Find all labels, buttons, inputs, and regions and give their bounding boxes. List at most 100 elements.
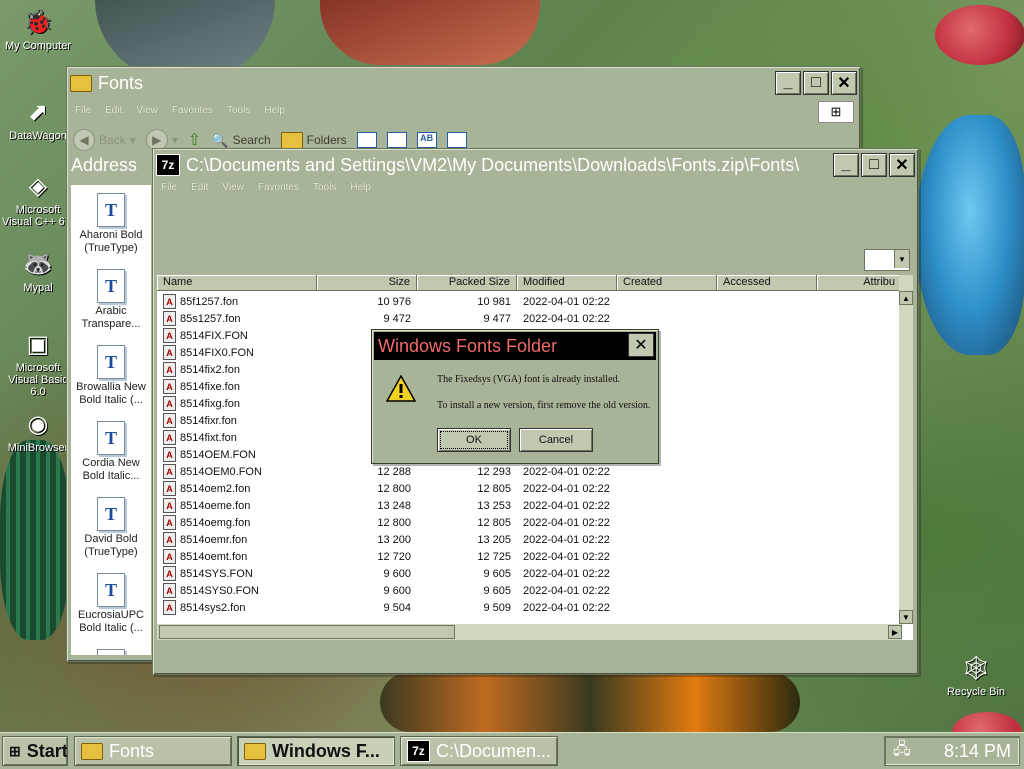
minimize-button[interactable]: _ (833, 153, 859, 177)
menu-file[interactable]: File (75, 105, 91, 116)
column-header-attributes[interactable]: Attribu (817, 275, 902, 291)
taskbar-item-windows-fonts[interactable]: Windows F... (237, 736, 395, 766)
font-item-label: Aharoni Bold (TrueType) (79, 229, 143, 254)
file-name: 8514fixr.fon (180, 414, 237, 427)
cell-packed-size: 9 605 (483, 567, 511, 580)
dialog-titlebar[interactable]: Windows Fonts Folder (374, 332, 656, 360)
table-row[interactable]: A 8514sys2.fon 9 504 9 509 2022-04-01 02:22 (157, 599, 902, 616)
table-row[interactable]: A 8514oemr.fon 13 200 13 205 2022-04-01 02:2… (157, 531, 902, 548)
desktop-icon-visual-basic[interactable]: ▣ Microsoft Visual Basic 6.0 (0, 328, 76, 399)
desktop-icon-recycle-bin[interactable]: 🕸 Recycle Bin (938, 652, 1014, 699)
truetype-font-icon: T (97, 269, 125, 303)
truetype-font-icon: T (97, 497, 125, 531)
menu-edit[interactable]: Edit (105, 105, 122, 116)
close-button[interactable]: ✕ (831, 71, 857, 95)
menu-view[interactable]: View (136, 105, 158, 116)
menu-file[interactable]: File (161, 182, 177, 193)
fonts-titlebar[interactable]: Fonts _ □ ✕ (70, 70, 857, 96)
recycle-bin-icon: 🕸 (960, 654, 992, 682)
menu-help[interactable]: Help (350, 182, 371, 193)
scroll-up-icon[interactable]: ▲ (899, 291, 913, 305)
table-row[interactable]: A 8514SYS.FON 9 600 9 605 2022-04-01 02:22 (157, 565, 902, 582)
column-header-modified[interactable]: Modified (517, 275, 617, 291)
wallpaper-grasshopper (380, 672, 800, 732)
close-button[interactable]: ✕ (889, 153, 915, 177)
dialog-close-button[interactable]: ✕ (628, 333, 654, 357)
taskbar-item-fonts[interactable]: Fonts (74, 736, 232, 766)
desktop-icon-label: Microsoft Visual C++ 6.0 (2, 204, 74, 228)
table-row[interactable]: A 85s1257.fon 9 472 9 477 2022-04-01 02:22 (157, 310, 902, 327)
address-label: Address (71, 155, 138, 175)
font-file-icon: A (163, 549, 176, 564)
column-header-accessed[interactable]: Accessed (717, 275, 817, 291)
up-folder-button[interactable]: ⇧ (188, 130, 201, 150)
cell-packed-size: 12 805 (477, 516, 511, 529)
maximize-button[interactable]: □ (803, 71, 829, 95)
ok-button[interactable]: OK (437, 428, 511, 452)
font-item[interactable]: T Aharoni Bold (TrueType) (71, 193, 151, 255)
menu-tools[interactable]: Tools (227, 105, 250, 116)
desktop-icon-mypal[interactable]: 🦝 Mypal (0, 248, 76, 295)
table-row[interactable]: A 8514oem2.fon 12 800 12 805 2022-04-01 02:2… (157, 480, 902, 497)
back-button[interactable]: ◀ Back ▾ (73, 129, 136, 151)
fonts-folder-dialog[interactable]: Windows Fonts Folder ✕ The Fixedsys (VGA… (371, 329, 659, 464)
view-similarity-button[interactable]: AB (416, 132, 437, 148)
desktop-icon-datawagon[interactable]: ⬈ DataWagon (0, 96, 76, 143)
font-item[interactable]: T David Bold (TrueType) (71, 497, 151, 559)
table-row[interactable]: A 8514OEM0.FON 12 288 12 293 2022-04-01 02:2… (157, 463, 902, 480)
table-row[interactable]: A 85f1257.fon 10 976 10 981 2022-04-01 02:22 (157, 293, 902, 310)
desktop-icon-visual-cpp[interactable]: ◈ Microsoft Visual C++ 6.0 (0, 170, 76, 229)
font-item[interactable]: T Arabic Transpare... (71, 269, 151, 331)
font-item[interactable]: O (71, 649, 151, 655)
horizontal-scrollbar[interactable]: ▶ (157, 624, 902, 640)
menu-view[interactable]: View (222, 182, 244, 193)
font-item[interactable]: T Browallia New Bold Italic (... (71, 345, 151, 407)
cell-packed-size: 12 725 (477, 550, 511, 563)
menu-favorites[interactable]: Favorites (258, 182, 299, 193)
column-header-name[interactable]: Name (157, 275, 317, 291)
maximize-button[interactable]: □ (861, 153, 887, 177)
cell-name: A 8514OEM.FON (157, 447, 317, 462)
minimize-button[interactable]: _ (775, 71, 801, 95)
desktop-icon-my-computer[interactable]: 🐞 My Computer (0, 6, 76, 53)
table-row[interactable]: A 8514oeme.fon 13 248 13 253 2022-04-01 02:2… (157, 497, 902, 514)
scroll-right-icon[interactable]: ▶ (888, 625, 902, 639)
menu-favorites[interactable]: Favorites (172, 105, 213, 116)
column-header-size[interactable]: Size (317, 275, 417, 291)
table-row[interactable]: A 8514oemt.fon 12 720 12 725 2022-04-01 02:2… (157, 548, 902, 565)
menu-edit[interactable]: Edit (191, 182, 208, 193)
menu-tools[interactable]: Tools (313, 182, 336, 193)
zip-titlebar[interactable]: 7z C:\Documents and Settings\VM2\My Docu… (156, 152, 915, 178)
view-large-icons-button[interactable] (356, 132, 377, 148)
folders-button[interactable]: Folders (280, 131, 347, 149)
start-button[interactable]: ⊞ Start (2, 736, 68, 766)
vertical-scrollbar[interactable]: ▲ ▼ (899, 275, 913, 624)
font-item[interactable]: T Cordia New Bold Italic... (71, 421, 151, 483)
font-item-label: David Bold (TrueType) (84, 533, 138, 558)
cell-name: A 8514oem2.fon (157, 481, 317, 496)
horizontal-scroll-thumb[interactable] (159, 625, 455, 639)
font-item[interactable]: T EucrosiaUPC Bold Italic (... (71, 573, 151, 635)
taskbar-item-7zip[interactable]: 7z C:\Documen... (400, 736, 558, 766)
search-button[interactable]: 🔍 Search (211, 132, 270, 149)
font-file-icon: A (163, 532, 176, 547)
column-header-packed-size[interactable]: Packed Size (417, 275, 517, 291)
font-item-label: Browallia New Bold Italic (... (76, 381, 146, 406)
file-name: 85s1257.fon (180, 312, 241, 325)
desktop-icon-minibrowser[interactable]: ◉ MiniBrowser (0, 408, 76, 455)
view-details-button[interactable] (446, 132, 467, 148)
font-file-icon: A (163, 362, 176, 377)
path-dropdown[interactable]: ▼ (864, 249, 910, 271)
font-file-icon: A (163, 447, 176, 462)
column-header-created[interactable]: Created (617, 275, 717, 291)
scroll-down-icon[interactable]: ▼ (899, 610, 913, 624)
view-list-button[interactable] (386, 132, 407, 148)
cancel-button[interactable]: Cancel (519, 428, 593, 452)
font-file-icon: A (163, 430, 176, 445)
table-row[interactable]: A 8514oemg.fon 12 800 12 805 2022-04-01 02:2… (157, 514, 902, 531)
network-icon[interactable]: 🖧 (893, 738, 911, 765)
menu-help[interactable]: Help (264, 105, 285, 116)
table-row[interactable]: A 8514SYS0.FON 9 600 9 605 2022-04-01 02:22 (157, 582, 902, 599)
file-name: 8514fixe.fon (180, 380, 240, 393)
clock[interactable]: 8:14 PM (944, 741, 1011, 762)
